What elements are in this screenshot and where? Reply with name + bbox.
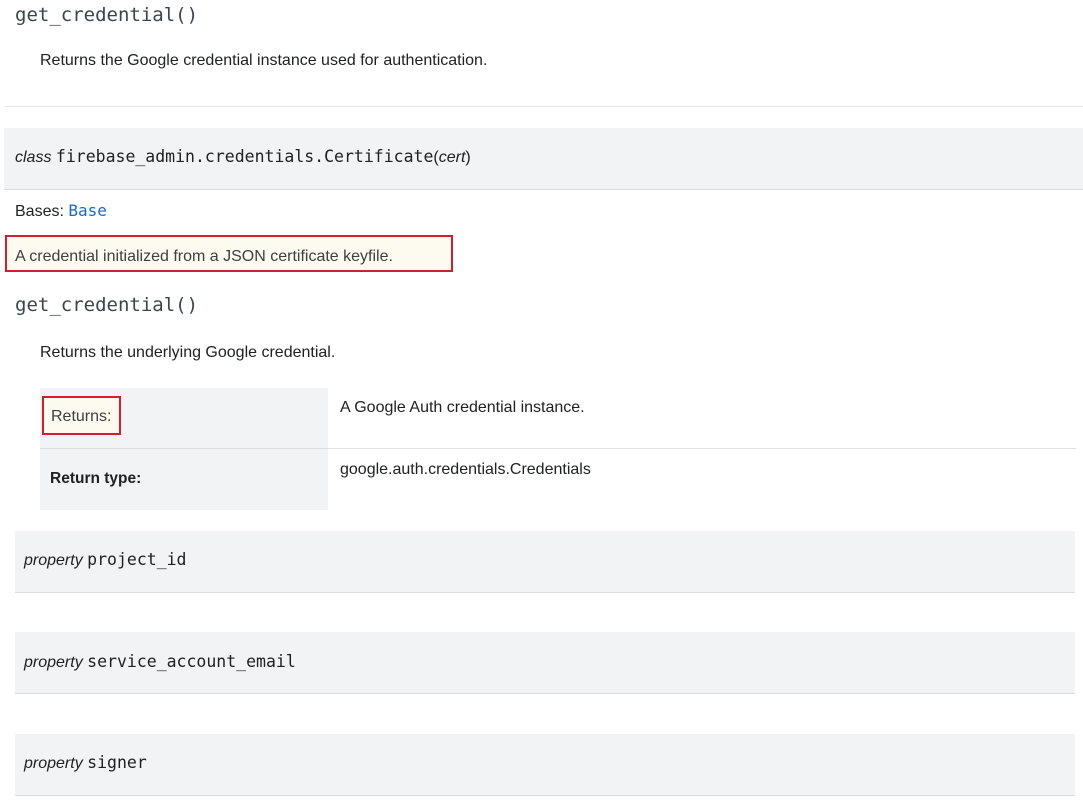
method-signature[interactable]: get_credential() <box>15 6 198 25</box>
property-signature[interactable]: property project_id <box>24 550 187 569</box>
field-value-returns: A Google Auth credential instance. <box>340 399 585 416</box>
class-signature-box: class firebase_admin.credentials.Certifi… <box>4 128 1083 190</box>
field-label-return-type: Return type: <box>50 470 142 487</box>
class-name: firebase_admin.credentials.Certificate <box>55 147 434 166</box>
returns-label-highlight: Returns: <box>42 396 121 435</box>
method-description: Returns the Google credential instance u… <box>40 52 488 69</box>
class-signature[interactable]: class firebase_admin.credentials.Certifi… <box>15 147 471 166</box>
field-value-return-type: google.auth.credentials.Credentials <box>340 461 591 478</box>
class-paren-close: ) <box>465 149 471 166</box>
field-row-divider <box>40 448 1076 449</box>
property-name: project_id <box>87 550 187 569</box>
property-box-service-account-email: property service_account_email <box>15 632 1075 694</box>
section-divider <box>4 106 1083 107</box>
method-description-2: Returns the underlying Google credential… <box>40 344 336 361</box>
property-name: signer <box>87 753 147 772</box>
property-keyword: property <box>24 552 83 569</box>
field-label-returns: Returns: <box>51 408 112 425</box>
property-keyword: property <box>24 755 83 772</box>
class-description: A credential initialized from a JSON cer… <box>15 248 393 265</box>
class-description-highlight: A credential initialized from a JSON cer… <box>5 235 453 272</box>
class-param: cert <box>438 149 466 166</box>
property-signature[interactable]: property signer <box>24 753 147 772</box>
method-signature-2[interactable]: get_credential() <box>15 296 198 315</box>
bases-line: Bases: Base <box>15 203 107 220</box>
class-keyword: class <box>15 149 52 166</box>
property-keyword: property <box>24 654 83 671</box>
property-name: service_account_email <box>87 652 296 671</box>
bases-link[interactable]: Base <box>68 201 107 220</box>
property-box-signer: property signer <box>15 734 1075 796</box>
bases-label: Bases: <box>15 203 64 220</box>
property-box-project-id: property project_id <box>15 531 1075 593</box>
doc-page: get_credential() Returns the Google cred… <box>0 0 1083 804</box>
property-signature[interactable]: property service_account_email <box>24 652 296 671</box>
